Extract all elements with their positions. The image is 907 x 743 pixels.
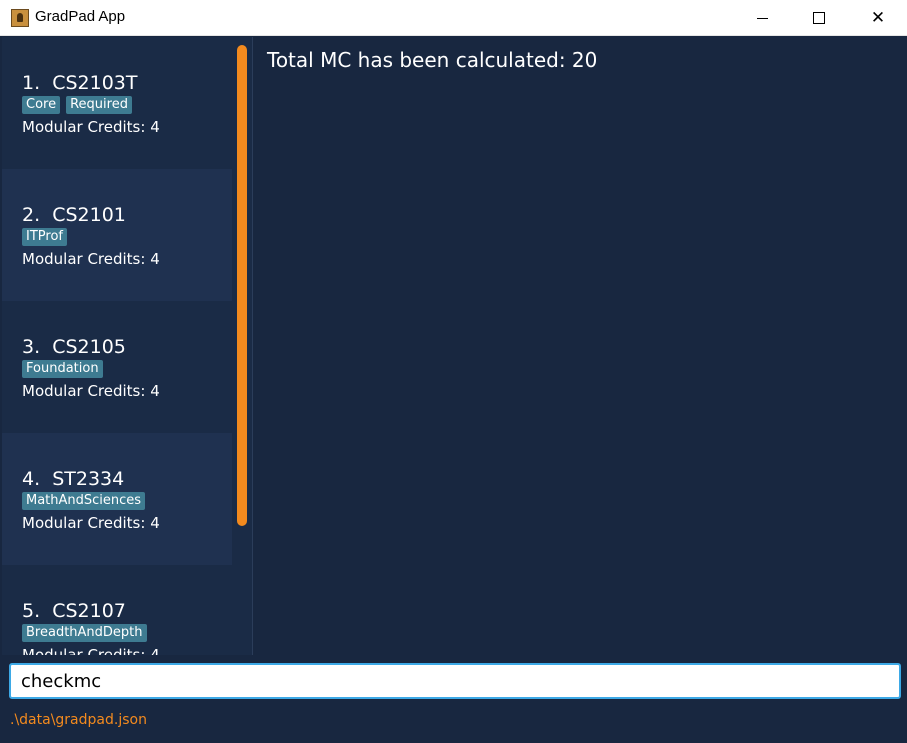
minimize-icon (756, 17, 768, 19)
close-button[interactable]: ✕ (848, 0, 907, 36)
module-tags: Foundation (22, 360, 103, 378)
module-tag: ITProf (22, 228, 67, 246)
module-title: 4. ST2334 (22, 468, 125, 490)
result-display: Total MC has been calculated: 20 (267, 48, 598, 72)
module-tag: BreadthAndDepth (22, 624, 147, 642)
panel-divider (252, 37, 253, 655)
module-credits: Modular Credits: 4 (22, 250, 160, 268)
title-bar: GradPad App ✕ (0, 0, 907, 36)
module-card[interactable]: 4. ST2334 MathAndSciences Modular Credit… (2, 433, 232, 565)
module-title: 1. CS2103T (22, 72, 138, 94)
module-tag: Required (66, 96, 132, 114)
module-card[interactable]: 5. CS2107 BreadthAndDepth Modular Credit… (2, 565, 232, 655)
close-icon: ✕ (870, 8, 886, 28)
module-tag: Foundation (22, 360, 103, 378)
command-input[interactable] (9, 663, 901, 699)
maximize-button[interactable] (789, 0, 849, 36)
module-list[interactable]: 1. CS2103T Core Required Modular Credits… (2, 37, 252, 655)
module-title: 2. CS2101 (22, 204, 126, 226)
status-bar-file-path: .\data\gradpad.json (10, 712, 147, 728)
module-card[interactable]: 1. CS2103T Core Required Modular Credits… (2, 37, 232, 169)
app-icon (11, 9, 29, 27)
module-credits: Modular Credits: 4 (22, 118, 160, 136)
module-tags: BreadthAndDepth (22, 624, 147, 642)
module-credits: Modular Credits: 4 (22, 646, 160, 655)
module-tags: ITProf (22, 228, 67, 246)
module-title: 3. CS2105 (22, 336, 126, 358)
module-title: 5. CS2107 (22, 600, 126, 622)
list-scrollbar[interactable] (237, 45, 247, 526)
module-card[interactable]: 3. CS2105 Foundation Modular Credits: 4 (2, 301, 232, 433)
window-title: GradPad App (35, 8, 126, 25)
module-tags: MathAndSciences (22, 492, 146, 510)
module-credits: Modular Credits: 4 (22, 382, 160, 400)
module-tag: Core (22, 96, 61, 114)
module-tag: MathAndSciences (22, 492, 146, 510)
maximize-icon (813, 12, 825, 24)
module-card[interactable]: 2. CS2101 ITProf Modular Credits: 4 (2, 169, 232, 301)
minimize-button[interactable] (732, 0, 792, 36)
module-credits: Modular Credits: 4 (22, 514, 160, 532)
module-tags: Core Required (22, 96, 132, 114)
